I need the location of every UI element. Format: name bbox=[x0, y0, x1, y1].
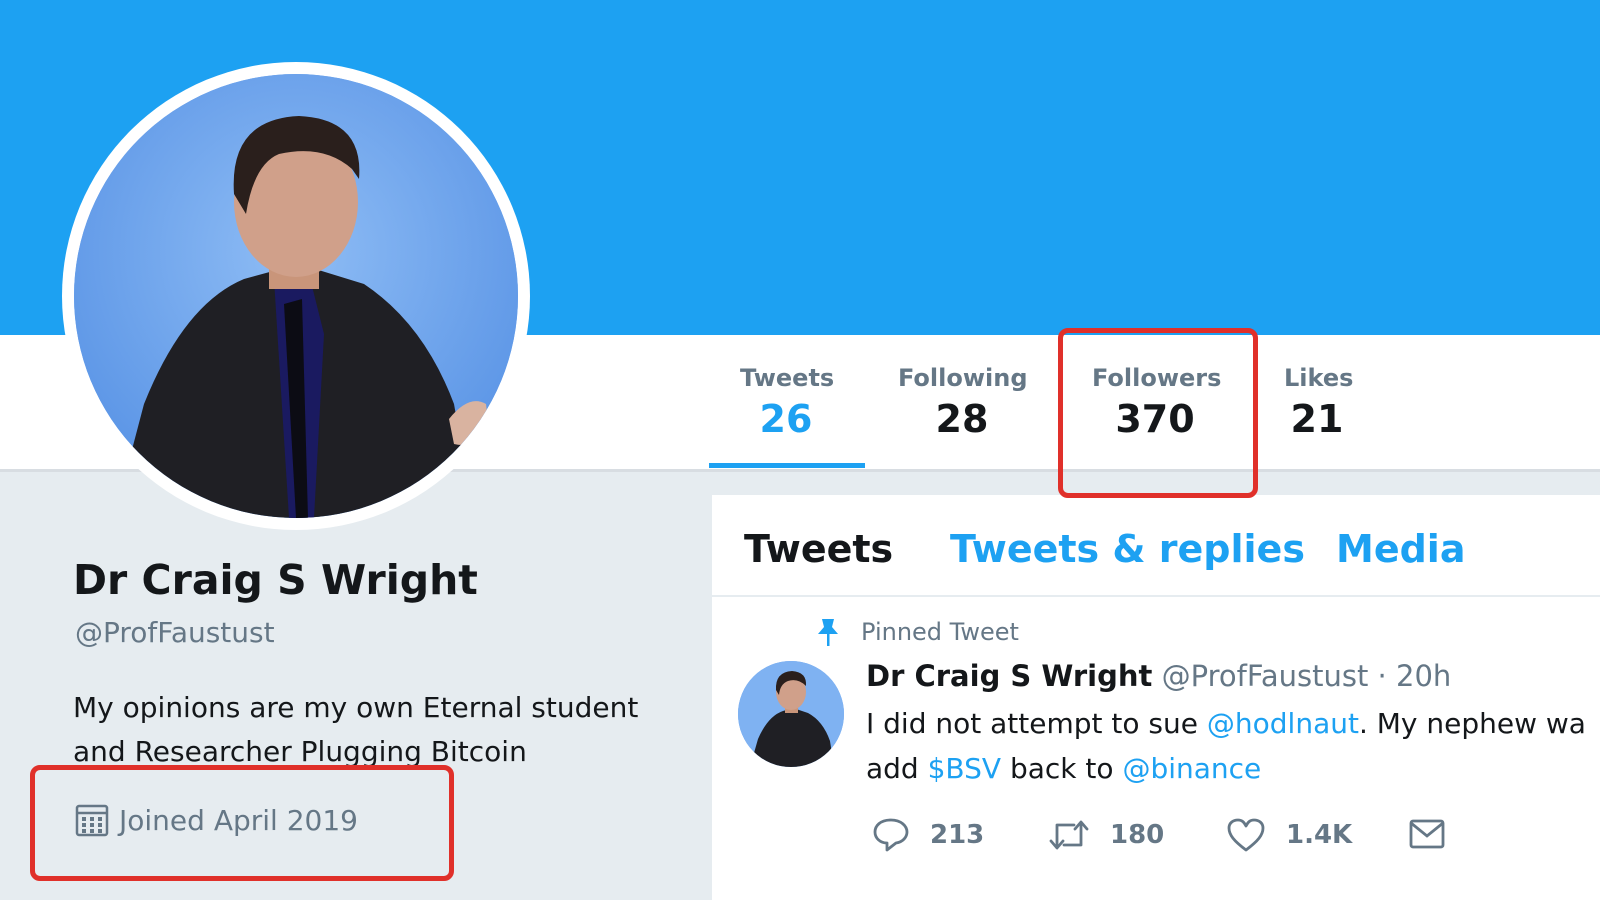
tab-tweets-replies[interactable]: Tweets & replies bbox=[950, 527, 1305, 571]
tab-media[interactable]: Media bbox=[1336, 527, 1465, 571]
stat-tweets-value: 26 bbox=[759, 397, 813, 441]
stat-likes-label: Likes bbox=[1284, 364, 1354, 392]
tweet-handle-time[interactable]: @ProfFaustust · 20h bbox=[1162, 659, 1452, 693]
pinned-tweet-indicator: Pinned Tweet bbox=[815, 617, 1019, 647]
retweet-button[interactable]: 180 bbox=[1048, 817, 1164, 853]
mention-link[interactable]: @hodlnaut bbox=[1207, 707, 1359, 740]
reply-count: 213 bbox=[930, 820, 985, 850]
stat-following[interactable]: Following 28 bbox=[898, 364, 1028, 441]
tweet-text-segment: back to bbox=[1001, 752, 1123, 785]
envelope-icon bbox=[1409, 819, 1445, 849]
followers-highlight-box bbox=[1058, 328, 1258, 498]
stat-likes[interactable]: Likes 21 bbox=[1284, 364, 1354, 441]
joined-highlight-box bbox=[30, 765, 454, 881]
stat-tweets-label: Tweets bbox=[740, 364, 835, 392]
tweet-text-segment: . My nephew wa bbox=[1358, 707, 1586, 740]
tweet-feed: Tweets Tweets & replies Media Pinned Twe… bbox=[712, 495, 1600, 900]
tweet-text-segment: add bbox=[866, 752, 928, 785]
stat-tweets[interactable]: Tweets 26 bbox=[740, 364, 835, 441]
retweet-icon bbox=[1049, 820, 1089, 850]
heart-icon bbox=[1227, 818, 1265, 852]
like-count: 1.4K bbox=[1286, 820, 1353, 850]
tab-tweets[interactable]: Tweets bbox=[744, 527, 893, 571]
like-button[interactable]: 1.4K bbox=[1226, 817, 1352, 853]
timeline-tabs: Tweets Tweets & replies Media bbox=[712, 495, 1600, 597]
profile-avatar-frame bbox=[62, 62, 530, 530]
profile-name: Dr Craig S Wright bbox=[73, 556, 478, 604]
tweet-author-avatar[interactable] bbox=[738, 661, 844, 767]
profile-avatar[interactable] bbox=[74, 74, 518, 518]
retweet-count: 180 bbox=[1110, 820, 1165, 850]
tweet-text-line: I did not attempt to sue @hodlnaut. My n… bbox=[866, 701, 1600, 746]
profile-bio-line: My opinions are my own Eternal student bbox=[73, 691, 639, 724]
tweet-author-name[interactable]: Dr Craig S Wright bbox=[866, 659, 1152, 693]
active-stat-underline bbox=[709, 463, 865, 468]
pin-icon bbox=[818, 619, 838, 646]
tweet-text-line: add $BSV back to @binance bbox=[866, 746, 1600, 791]
direct-message-button[interactable] bbox=[1408, 817, 1466, 851]
stat-following-label: Following bbox=[898, 364, 1028, 392]
tweet-text: I did not attempt to sue @hodlnaut. My n… bbox=[866, 701, 1600, 791]
cashtag-link[interactable]: $BSV bbox=[928, 752, 1001, 785]
reply-icon bbox=[873, 818, 909, 852]
profile-handle[interactable]: @ProfFaustust bbox=[75, 616, 275, 649]
tweet-header: Dr Craig S Wright @ProfFaustust · 20h bbox=[866, 659, 1451, 693]
reply-button[interactable]: 213 bbox=[872, 817, 984, 853]
tweet-text-segment: I did not attempt to sue bbox=[866, 707, 1207, 740]
stat-following-value: 28 bbox=[935, 397, 989, 441]
stat-likes-value: 21 bbox=[1290, 397, 1344, 441]
profile-bio: My opinions are my own Eternal student a… bbox=[73, 686, 673, 774]
pinned-tweet-label: Pinned Tweet bbox=[861, 618, 1019, 646]
mention-link[interactable]: @binance bbox=[1122, 752, 1261, 785]
